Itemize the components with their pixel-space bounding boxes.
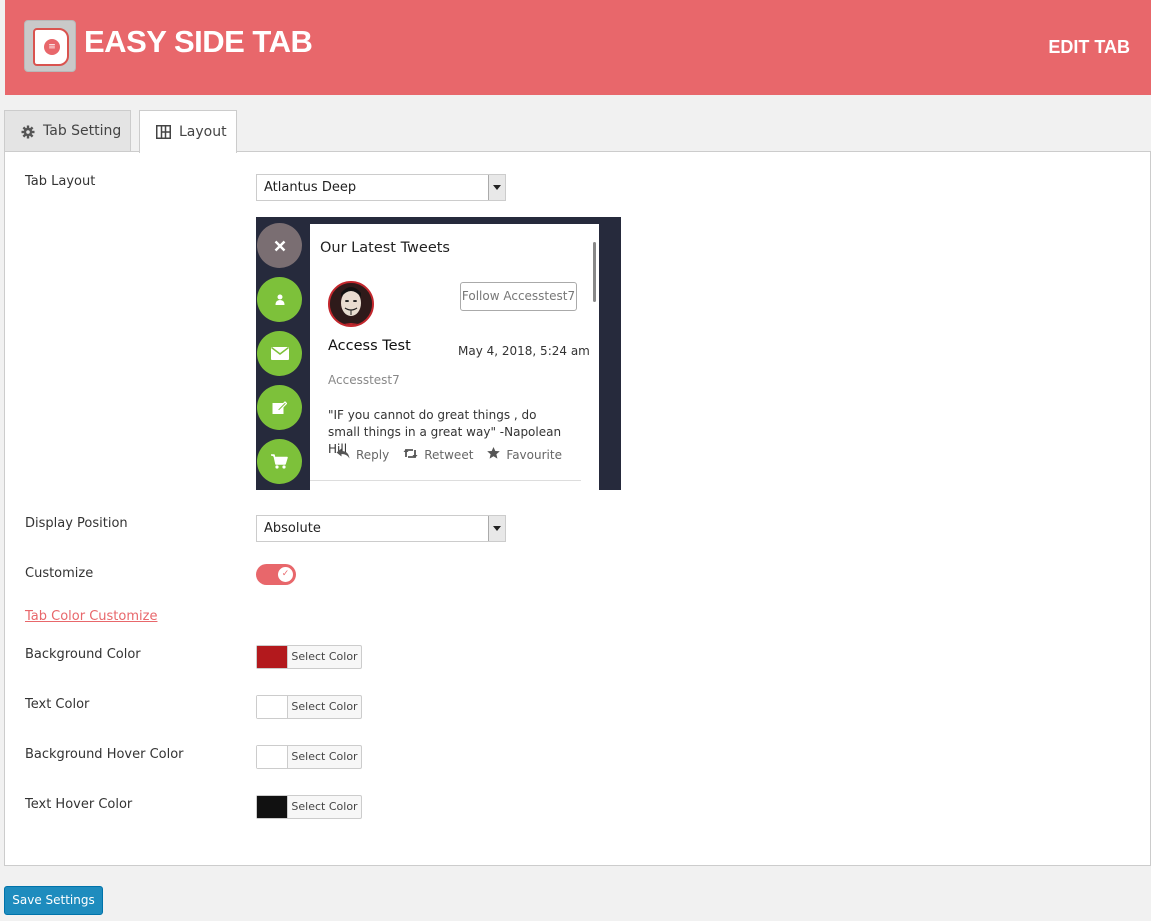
- select-color-button[interactable]: Select Color: [288, 746, 361, 768]
- text-color-picker[interactable]: Select Color: [256, 695, 362, 719]
- tweet-date: May 4, 2018, 5:24 am: [458, 344, 590, 358]
- chevron-down-icon: [488, 175, 505, 200]
- tab-layout-value: Atlantus Deep: [264, 180, 357, 195]
- tweet-widget: Our Latest Tweets Follow Accesstest7 Acc…: [310, 224, 599, 490]
- reply-action[interactable]: Reply: [336, 447, 389, 462]
- gear-icon: [21, 125, 35, 139]
- star-icon: [487, 447, 501, 462]
- color-swatch: [257, 796, 288, 818]
- tab-layout-select[interactable]: Atlantus Deep: [256, 174, 506, 201]
- display-position-label: Display Position: [25, 516, 128, 531]
- tab-setting-label: Tab Setting: [43, 123, 122, 139]
- mail-icon: [257, 331, 302, 376]
- select-color-button[interactable]: Select Color: [288, 646, 361, 668]
- select-color-button[interactable]: Select Color: [288, 696, 361, 718]
- app-title: EASY SIDE TAB: [84, 24, 313, 59]
- background-hover-color-picker[interactable]: Select Color: [256, 745, 362, 769]
- tweets-title: Our Latest Tweets: [320, 240, 450, 256]
- layout-preview: Our Latest Tweets Follow Accesstest7 Acc…: [256, 217, 621, 490]
- chevron-down-icon: [488, 516, 505, 541]
- edit-icon: [257, 385, 302, 430]
- layout-panel: Tab Layout Atlantus Deep Our Latest Twee…: [4, 151, 1151, 866]
- user-icon: [257, 277, 302, 322]
- edit-tab-heading: EDIT TAB: [1048, 37, 1130, 57]
- customize-toggle[interactable]: ✓: [256, 564, 296, 585]
- display-position-value: Absolute: [264, 521, 321, 536]
- color-swatch: [257, 746, 288, 768]
- close-icon: [257, 223, 302, 268]
- reply-label: Reply: [356, 447, 390, 462]
- background-color-label: Background Color: [25, 647, 141, 662]
- select-color-button[interactable]: Select Color: [288, 796, 361, 818]
- save-settings-button[interactable]: Save Settings: [4, 886, 103, 915]
- retweet-action[interactable]: Retweet: [403, 447, 473, 462]
- background-hover-color-label: Background Hover Color: [25, 747, 184, 762]
- logo-icon: ≡: [33, 28, 69, 66]
- retweet-icon: [403, 448, 418, 462]
- display-position-select[interactable]: Absolute: [256, 515, 506, 542]
- color-swatch: [257, 646, 288, 668]
- layout-grid-icon: [156, 125, 171, 139]
- divider: [310, 480, 581, 481]
- text-hover-color-picker[interactable]: Select Color: [256, 795, 362, 819]
- tab-layout-label: Tab Layout: [25, 174, 96, 189]
- reply-icon: [336, 448, 350, 462]
- tab-setting[interactable]: Tab Setting: [4, 110, 131, 152]
- tweet-handle: Accesstest7: [328, 373, 400, 387]
- check-icon: ✓: [278, 567, 293, 582]
- background-color-picker[interactable]: Select Color: [256, 645, 362, 669]
- tab-color-customize-link[interactable]: Tab Color Customize: [25, 609, 157, 624]
- scrollbar: [593, 242, 596, 302]
- app-header: ≡ EASY SIDE TAB EDIT TAB: [5, 0, 1151, 95]
- text-color-label: Text Color: [25, 697, 90, 712]
- follow-button[interactable]: Follow Accesstest7: [460, 282, 577, 311]
- preview-side-tabs: [256, 217, 307, 490]
- cart-icon: [257, 439, 302, 484]
- favourite-label: Favourite: [506, 447, 562, 462]
- color-swatch: [257, 696, 288, 718]
- retweet-label: Retweet: [424, 447, 474, 462]
- app-logo: ≡: [24, 20, 76, 72]
- tweet-author-name: Access Test: [328, 338, 411, 354]
- tweet-actions: Reply Retweet Favourite: [336, 447, 562, 462]
- tab-layout-label: Layout: [179, 123, 227, 140]
- avatar: [328, 281, 374, 327]
- favourite-action[interactable]: Favourite: [487, 447, 562, 462]
- customize-label: Customize: [25, 566, 94, 581]
- tab-layout[interactable]: Layout: [139, 110, 237, 153]
- text-hover-color-label: Text Hover Color: [25, 797, 133, 812]
